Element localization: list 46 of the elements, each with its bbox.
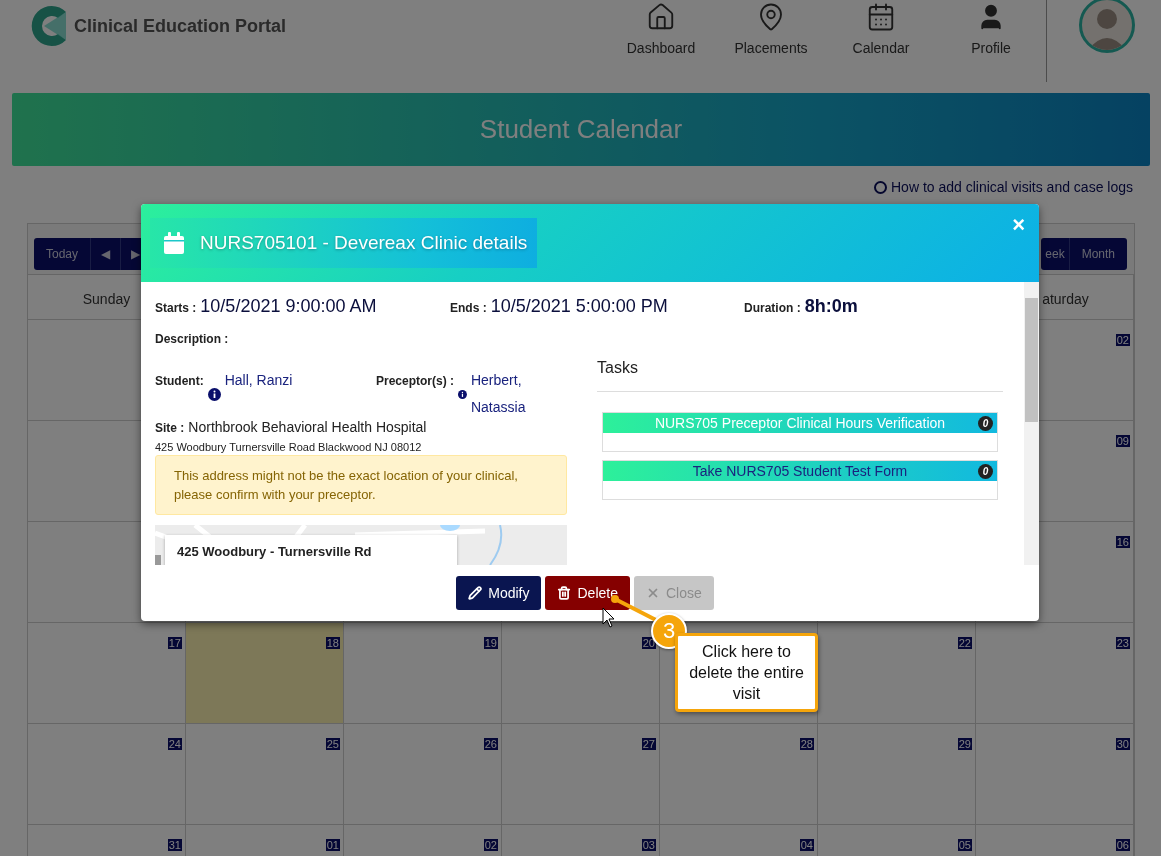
day-number: 01 (325, 839, 340, 851)
day-number: 23 (1115, 637, 1130, 649)
day-number: 22 (957, 637, 972, 649)
day-number: 31 (167, 839, 182, 851)
field-label: Student: (155, 373, 204, 390)
site-address: 425 Woodbury Turnersville Road Blackwood NJ 08012 (155, 441, 423, 453)
day-number: 16 (1115, 536, 1130, 548)
time-value: 8h:0m (804, 296, 858, 317)
field-label: Ends : (450, 301, 487, 315)
day-number: 05 (957, 839, 972, 851)
day-number: 18 (325, 637, 340, 649)
day-number: 17 (167, 637, 182, 649)
field-label: Preceptor(s) : (376, 373, 455, 390)
field-label: Site : (155, 421, 185, 435)
time-value: 10/5/2021 5:00:00 PM (490, 296, 668, 317)
dialog-title: NURS705101 - Devereax Clinic details (200, 232, 528, 254)
day-number: 19 (483, 637, 498, 649)
callout-note: Click here to delete the entire visit (675, 633, 818, 712)
day-number: 04 (799, 839, 814, 851)
day-number: 09 (1115, 435, 1130, 447)
weekday-header: Sunday (82, 291, 131, 307)
count-badge: 0 (978, 416, 993, 431)
time-value: 10/5/2021 9:00:00 AM (200, 296, 377, 317)
tasks-heading: Tasks (597, 359, 1003, 392)
field-label: Description : (155, 332, 229, 346)
address-warning: This address might not be the exact location of your clinical, please confirm with your preceptor. (155, 455, 567, 515)
field-label: Starts : (155, 301, 197, 315)
day-number: 20 (641, 637, 656, 649)
day-number: 02 (1115, 334, 1130, 346)
portal-title: Clinical Education Portal (74, 15, 287, 37)
map-place-card: 425 Woodbury - Turnersville Rd (165, 535, 457, 565)
day-number: 30 (1115, 738, 1130, 750)
day-number: 03 (641, 839, 656, 851)
day-number: 26 (483, 738, 498, 750)
day-number: 02 (483, 839, 498, 851)
count-badge: 0 (978, 464, 993, 479)
day-number: 25 (325, 738, 340, 750)
field-label: Duration : (744, 301, 801, 315)
day-number: 06 (1115, 839, 1130, 851)
day-number: 28 (799, 738, 814, 750)
banner-title: Student Calendar (479, 114, 683, 145)
day-number: 24 (167, 738, 182, 750)
day-number: 27 (641, 738, 656, 750)
site-name: Northbrook Behavioral Health Hospital (188, 419, 427, 435)
weekday-header: aturday (1042, 291, 1089, 307)
day-number: 29 (957, 738, 972, 750)
